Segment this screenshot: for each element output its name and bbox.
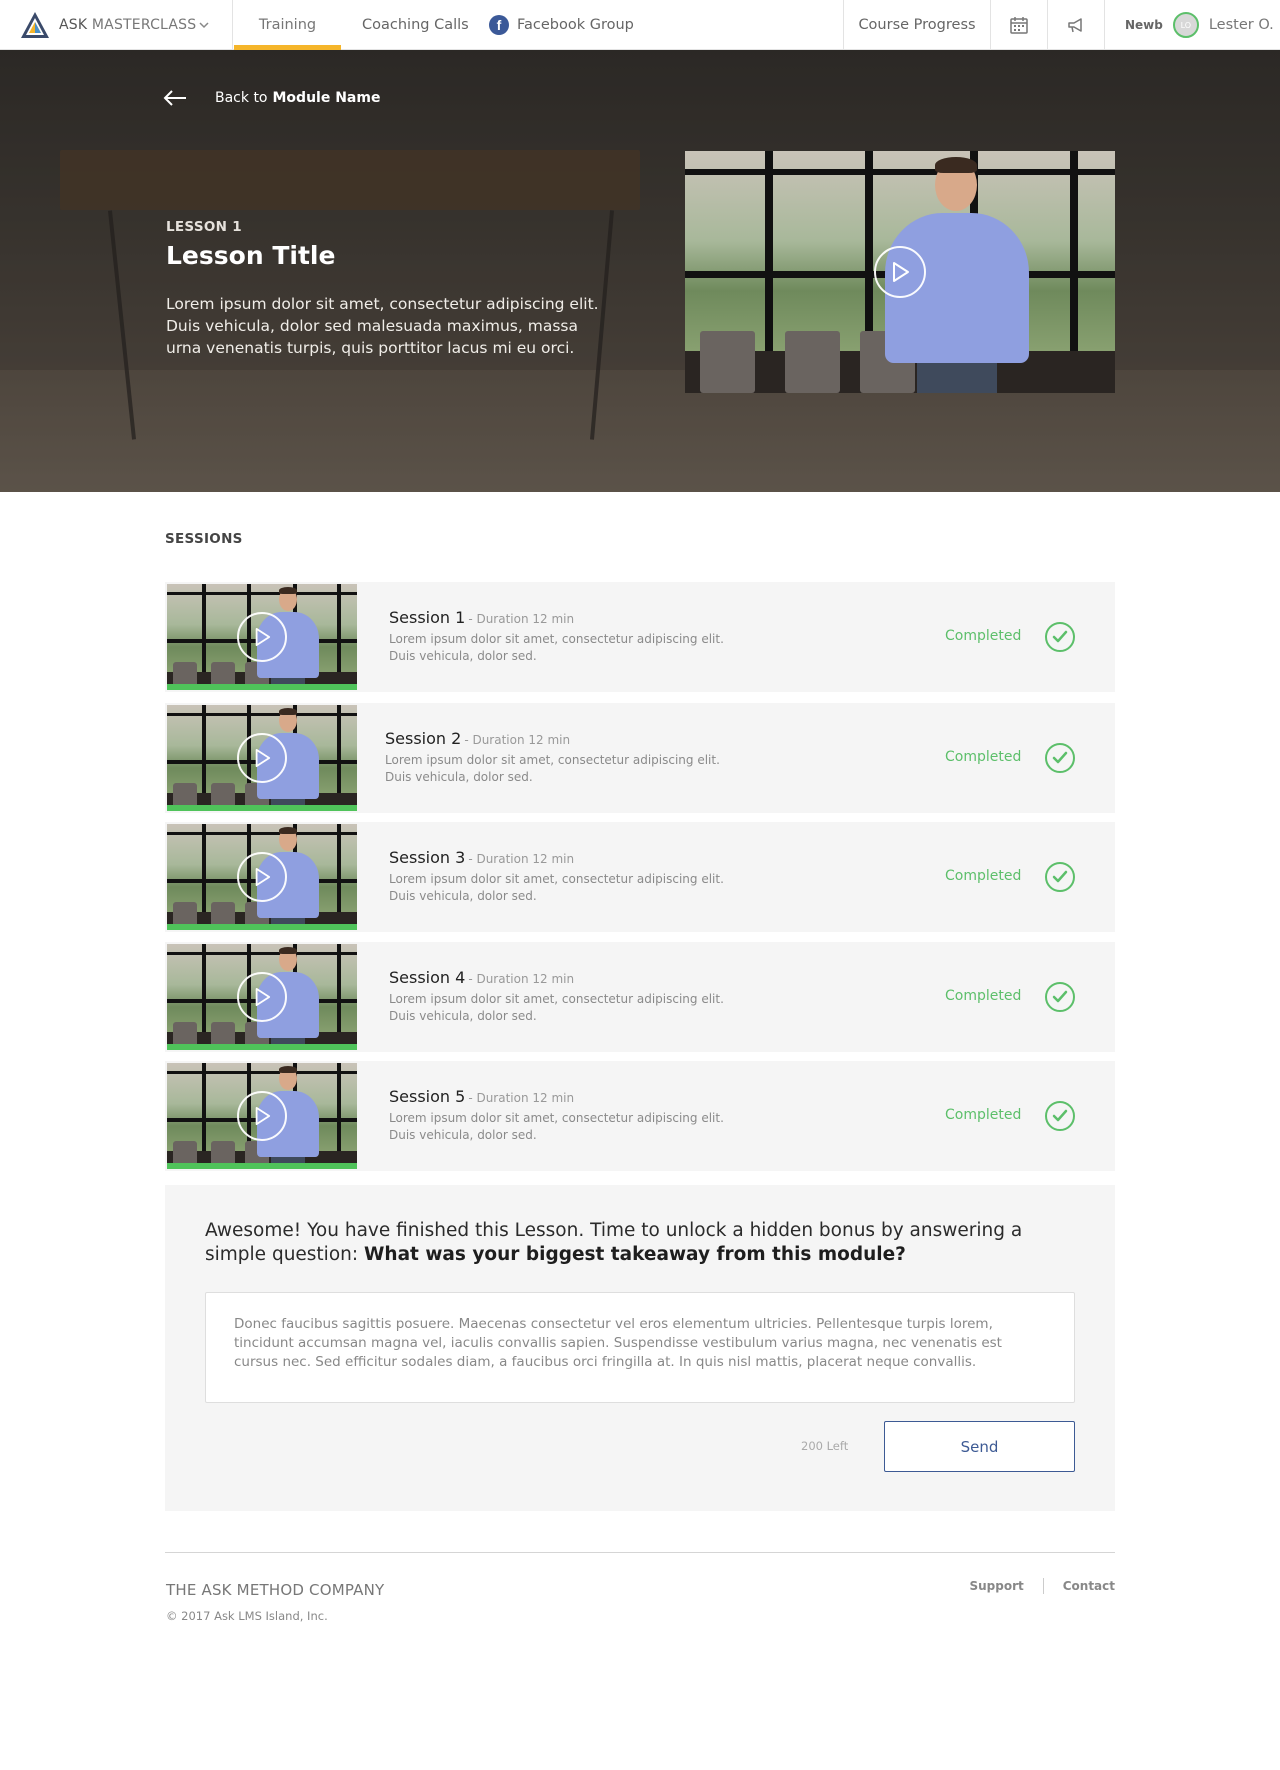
session-progress-bar (167, 924, 357, 930)
check-circle-icon (1045, 1101, 1075, 1131)
session-thumbnail[interactable] (167, 584, 357, 690)
session-description: Lorem ipsum dolor sit amet, consectetur … (385, 753, 720, 784)
session-thumbnail[interactable] (167, 705, 357, 811)
bonus-question: Awesome! You have finished this Lesson. … (205, 1219, 1065, 1267)
session-title-text: Session 3 (389, 848, 466, 867)
session-duration: - Duration 12 min (468, 1091, 575, 1105)
session-description: Lorem ipsum dolor sit amet, consectetur … (389, 632, 724, 663)
arrow-left-icon (163, 90, 186, 106)
announcements-button[interactable] (1047, 0, 1104, 50)
status-badge: Completed (945, 868, 1022, 884)
session-description: Lorem ipsum dolor sit amet, consectetur … (389, 1111, 724, 1142)
session-title-text: Session 2 (385, 729, 462, 748)
session-thumbnail[interactable] (167, 824, 357, 930)
brand-name: ASK MASTERCLASS (59, 17, 197, 33)
footer-copyright: © 2017 Ask LMS Island, Inc. (166, 1609, 328, 1623)
session-row[interactable]: Session 5- Duration 12 min Lorem ipsum do… (165, 1061, 1115, 1171)
back-target: Module Name (272, 90, 381, 106)
user-menu[interactable]: Newb LO Lester O. (1104, 0, 1280, 50)
support-link[interactable]: Support (969, 1579, 1023, 1593)
status-badge: Completed (945, 988, 1022, 1004)
check-circle-icon (1045, 862, 1075, 892)
answer-textarea[interactable]: Donec faucibus sagittis posuere. Maecena… (205, 1292, 1075, 1403)
bonus-question-text: What was your biggest takeaway from this… (364, 1244, 906, 1265)
course-progress-link[interactable]: Course Progress (843, 0, 990, 50)
tab-training-label: Training (258, 17, 317, 33)
triangle-logo-icon (21, 12, 49, 38)
play-icon[interactable] (237, 852, 287, 902)
session-progress-bar (167, 1044, 357, 1050)
session-duration: - Duration 12 min (468, 852, 575, 866)
footer-links: Support Contact (969, 1578, 1115, 1594)
session-title: Session 3- Duration 12 min (389, 848, 574, 867)
session-duration: - Duration 12 min (464, 733, 571, 747)
session-description: Lorem ipsum dolor sit amet, consectetur … (389, 872, 724, 903)
send-button[interactable]: Send (884, 1421, 1075, 1472)
session-progress-bar (167, 684, 357, 690)
session-description: Lorem ipsum dolor sit amet, consectetur … (389, 992, 724, 1023)
chevron-down-icon[interactable] (198, 19, 210, 31)
status-badge: Completed (945, 1107, 1022, 1123)
session-title-text: Session 5 (389, 1087, 466, 1106)
check-circle-icon (1045, 743, 1075, 773)
play-icon[interactable] (237, 612, 287, 662)
session-progress-bar (167, 1163, 357, 1169)
characters-left-counter: 200 Left (801, 1439, 849, 1453)
contact-link[interactable]: Contact (1063, 1579, 1115, 1593)
back-prefix: Back to (215, 90, 268, 106)
session-title: Session 5- Duration 12 min (389, 1087, 574, 1106)
course-progress-label: Course Progress (858, 17, 976, 33)
play-icon[interactable] (874, 246, 926, 298)
tab-coaching-calls[interactable]: Coaching Calls (362, 0, 469, 50)
play-icon[interactable] (237, 1091, 287, 1141)
lesson-video-player[interactable] (685, 151, 1115, 393)
session-row[interactable]: Session 2- Duration 12 min Lorem ipsum do… (165, 703, 1115, 813)
session-title: Session 1- Duration 12 min (389, 608, 574, 627)
session-thumbnail[interactable] (167, 1063, 357, 1169)
active-tab-indicator (234, 45, 341, 50)
bonus-question-panel: Awesome! You have finished this Lesson. … (165, 1185, 1115, 1511)
calendar-button[interactable] (990, 0, 1047, 50)
session-duration: - Duration 12 min (468, 972, 575, 986)
session-row[interactable]: Session 4- Duration 12 min Lorem ipsum do… (165, 942, 1115, 1052)
session-title: Session 2- Duration 12 min (385, 729, 570, 748)
footer-divider (165, 1552, 1115, 1553)
check-circle-icon (1045, 622, 1075, 652)
footer-link-separator (1042, 1578, 1044, 1594)
brand-menu[interactable]: ASK MASTERCLASS (20, 0, 233, 50)
session-row[interactable]: Session 1- Duration 12 min Lorem ipsum do… (165, 582, 1115, 692)
facebook-icon: f (489, 15, 509, 35)
play-icon[interactable] (237, 972, 287, 1022)
back-to-module-link[interactable]: Back to Module Name (163, 90, 380, 106)
tab-coaching-calls-label: Coaching Calls (362, 17, 469, 33)
play-icon[interactable] (237, 733, 287, 783)
status-badge: Completed (945, 628, 1022, 644)
session-progress-bar (167, 805, 357, 811)
top-nav: ASK MASTERCLASS Training Coaching Calls … (0, 0, 1280, 50)
session-title-text: Session 1 (389, 608, 466, 627)
user-rank: Newb (1125, 18, 1163, 32)
session-duration: - Duration 12 min (468, 612, 575, 626)
check-circle-icon (1045, 982, 1075, 1012)
avatar: LO (1172, 12, 1199, 38)
session-title-text: Session 4 (389, 968, 466, 987)
tab-facebook-group-label: Facebook Group (517, 17, 634, 33)
tab-facebook-group[interactable]: f Facebook Group (489, 0, 634, 50)
status-badge: Completed (945, 749, 1022, 765)
session-row[interactable]: Session 3- Duration 12 min Lorem ipsum do… (165, 822, 1115, 932)
lesson-description: Lorem ipsum dolor sit amet, consectetur … (166, 295, 599, 357)
megaphone-icon (1068, 18, 1082, 33)
session-title: Session 4- Duration 12 min (389, 968, 574, 987)
sessions-heading: SESSIONS (165, 531, 243, 547)
lesson-label: LESSON 1 (166, 219, 242, 235)
page-title: Lesson Title (166, 241, 336, 270)
session-thumbnail[interactable] (167, 944, 357, 1050)
calendar-icon (1010, 17, 1028, 34)
tab-training[interactable]: Training (234, 0, 341, 50)
footer-company: THE ASK METHOD COMPANY (166, 1581, 385, 1599)
user-name: Lester O. (1208, 17, 1274, 33)
